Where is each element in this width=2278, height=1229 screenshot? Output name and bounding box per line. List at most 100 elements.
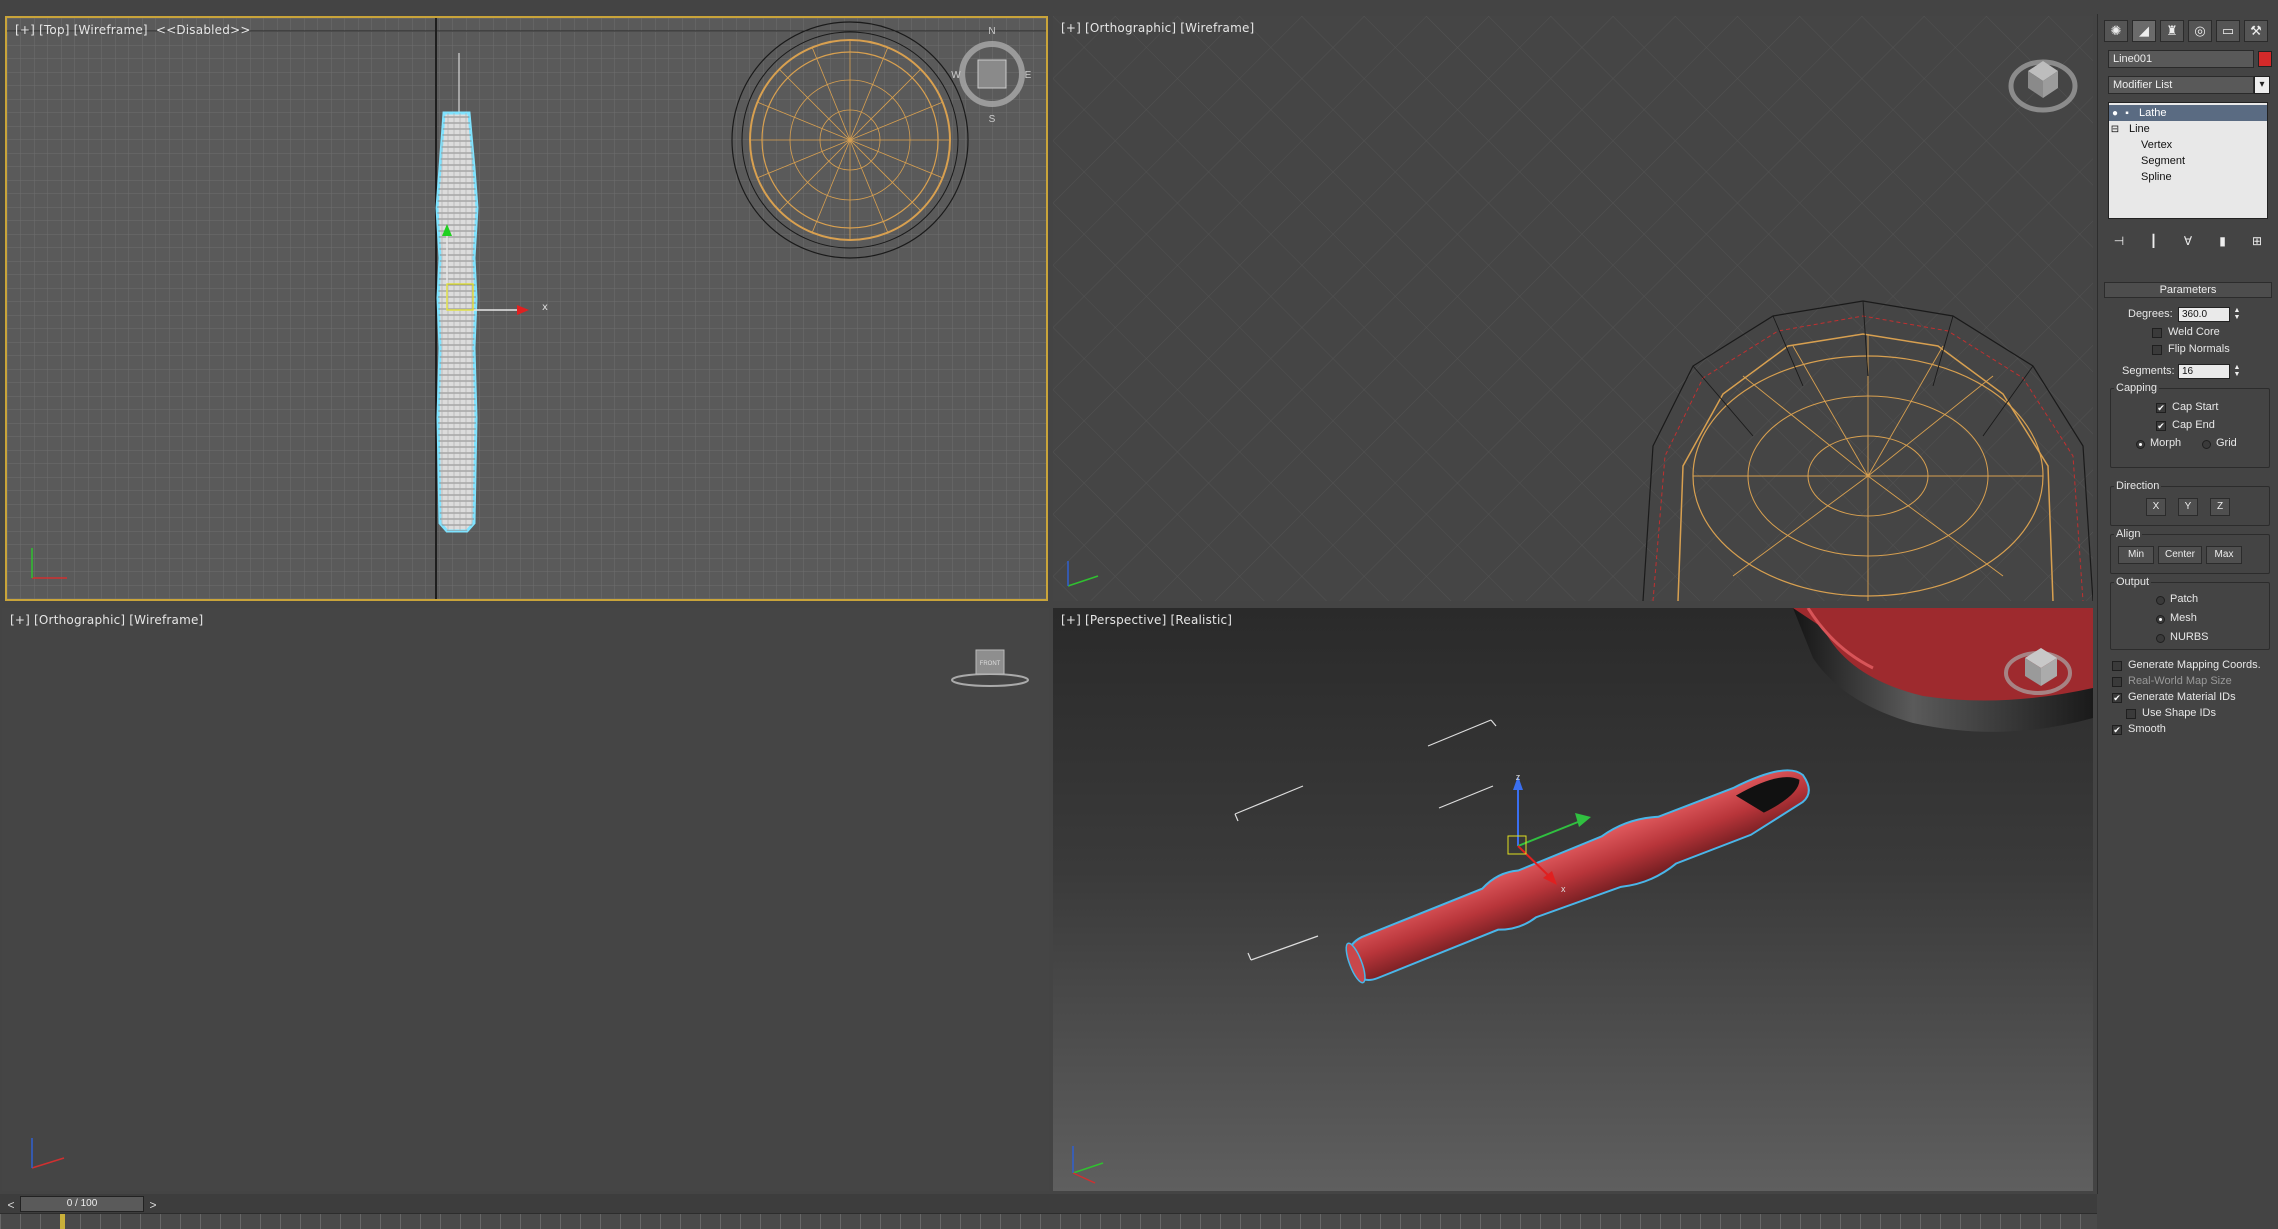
stack-item-segment[interactable]: Segment xyxy=(2109,153,2267,169)
stack-item-line[interactable]: ⊟ Line xyxy=(2109,121,2267,137)
show-end-result-icon[interactable]: ┃ xyxy=(2145,232,2163,250)
next-frame-button[interactable]: > xyxy=(146,1198,160,1212)
modifier-list-dropdown[interactable]: Modifier List xyxy=(2108,76,2254,94)
axis-tripod-persp xyxy=(1072,1146,1104,1184)
grid-radio[interactable] xyxy=(2202,440,2211,449)
flip-normals-label: Flip Normals xyxy=(2168,343,2230,355)
time-cursor[interactable] xyxy=(60,1214,65,1229)
svg-text:x: x xyxy=(542,302,548,313)
output-label: Output xyxy=(2114,576,2152,588)
parameters-title: Parameters xyxy=(2159,284,2217,296)
create-icon[interactable]: ✺ xyxy=(2104,20,2128,42)
degrees-label: Degrees: xyxy=(2128,308,2173,320)
stack-tools: ⊣ ┃ ∀ ▮ ⊞ xyxy=(2104,232,2272,254)
stack-item-line-label: Line xyxy=(2129,123,2150,135)
axis-tripod-ortho2 xyxy=(31,1138,65,1169)
modify-icon[interactable]: ◢ xyxy=(2132,20,2156,42)
use-shape-checkbox[interactable] xyxy=(2126,709,2136,719)
pin-stack-icon[interactable]: ⊣ xyxy=(2110,232,2128,250)
use-shape-label: Use Shape IDs xyxy=(2142,707,2216,719)
nurbs-label: NURBS xyxy=(2170,631,2209,643)
gen-material-checkbox[interactable]: ✔ xyxy=(2112,693,2122,703)
viewport-ortho2-label[interactable]: [+] [Orthographic] [Wireframe] xyxy=(10,613,203,627)
cap-start-checkbox[interactable]: ✔ xyxy=(2156,403,2166,413)
viewport-ortho1-label[interactable]: [+] [Orthographic] [Wireframe] xyxy=(1061,21,1254,35)
degrees-spinner[interactable]: 360.0 xyxy=(2178,307,2230,322)
track-bar[interactable] xyxy=(0,1213,2097,1229)
viewport-top-label[interactable]: [+] [Top] [Wireframe] <<Disabled>> xyxy=(15,23,251,37)
direction-z-button[interactable]: Z xyxy=(2210,498,2230,516)
stack-item-vertex-label: Vertex xyxy=(2141,139,2173,151)
nurbs-radio[interactable] xyxy=(2156,634,2165,643)
object-color-swatch[interactable] xyxy=(2258,51,2272,67)
gen-mapping-checkbox[interactable] xyxy=(2112,661,2122,671)
morph-label: Morph xyxy=(2150,437,2182,449)
top-grid: x N S E W xyxy=(7,18,1046,599)
degrees-spinner-arrows[interactable]: ▲ ▼ xyxy=(2232,307,2242,322)
modifier-stack[interactable]: ● ▪ Lathe ⊟ Line Vertex Segment Spline xyxy=(2108,102,2268,219)
utilities-icon[interactable]: ⚒ xyxy=(2244,20,2268,42)
viewport-persp-label[interactable]: [+] [Perspective] [Realistic] xyxy=(1061,613,1232,627)
viewport-perspective[interactable]: z x [+] [Perspective] [Realistic] xyxy=(1053,608,2093,1191)
align-min-button[interactable]: Min xyxy=(2118,546,2154,564)
chevron-down-icon[interactable]: ▾ xyxy=(2254,76,2270,94)
viewcube-front[interactable]: FRONT xyxy=(951,649,1029,687)
viewcube-front-label: FRONT xyxy=(980,661,1001,667)
viewport-ortho-top-right[interactable]: [+] [Orthographic] [Wireframe] xyxy=(1053,16,2093,601)
ortho-grid xyxy=(1053,16,2093,601)
collapse-icon[interactable]: ⊟ xyxy=(2109,124,2121,135)
viewport-top[interactable]: x N S E W [+] [Top] [Wireframe] <<Disabl… xyxy=(5,16,1048,601)
direction-label: Direction xyxy=(2114,480,2162,492)
lathe-object-top[interactable] xyxy=(435,111,479,533)
cap-end-checkbox[interactable]: ✔ xyxy=(2156,421,2166,431)
direction-x-button[interactable]: X xyxy=(2146,498,2166,516)
real-world-checkbox[interactable] xyxy=(2112,677,2122,687)
display-icon[interactable]: ▭ xyxy=(2216,20,2240,42)
viewport-ortho-bottom-left[interactable]: FRONT [+] [Orthographic] [Wireframe] xyxy=(2,608,1049,1191)
stack-item-spline[interactable]: Spline xyxy=(2109,169,2267,185)
mesh-radio[interactable] xyxy=(2156,615,2165,624)
compass-e-label: E xyxy=(1025,70,1032,81)
command-panel: ✺ ◢ ♜ ◎ ▭ ⚒ Line001 Modifier List ▾ ● ▪ La… xyxy=(2097,14,2278,1194)
align-max-button[interactable]: Max xyxy=(2206,546,2242,564)
segments-spinner-arrows[interactable]: ▲ ▼ xyxy=(2232,364,2242,379)
stack-item-segment-label: Segment xyxy=(2141,155,2186,167)
smooth-checkbox[interactable]: ✔ xyxy=(2112,725,2122,735)
time-slider[interactable]: 0 / 100 xyxy=(20,1196,144,1212)
align-center-button[interactable]: Center xyxy=(2158,546,2202,564)
segments-spinner[interactable]: 16 xyxy=(2178,364,2230,379)
weld-core-checkbox[interactable] xyxy=(2152,328,2162,338)
ortho-empty: FRONT xyxy=(31,649,1029,1169)
parameters-rollout-header[interactable]: Parameters xyxy=(2104,282,2272,298)
segments-label: Segments: xyxy=(2122,365,2175,377)
time-slider-bar: < 0 / 100 > xyxy=(0,1194,2097,1229)
track-ticks xyxy=(0,1214,2097,1229)
compass-s-label: S xyxy=(989,114,996,125)
mesh-label: Mesh xyxy=(2170,612,2197,624)
align-label: Align xyxy=(2114,528,2143,540)
flip-normals-checkbox[interactable] xyxy=(2152,345,2162,355)
cap-start-label: Cap Start xyxy=(2172,401,2219,413)
motion-icon[interactable]: ◎ xyxy=(2188,20,2212,42)
lathe-pen-perspective[interactable] xyxy=(1338,757,1819,990)
expand-icon[interactable]: ▪ xyxy=(2121,108,2133,119)
patch-radio[interactable] xyxy=(2156,596,2165,605)
weld-core-label: Weld Core xyxy=(2168,326,2220,338)
prev-frame-button[interactable]: < xyxy=(4,1198,18,1212)
direction-y-button[interactable]: Y xyxy=(2178,498,2198,516)
gen-mapping-label: Generate Mapping Coords. xyxy=(2128,659,2261,671)
compass-n-label: N xyxy=(988,26,995,37)
configure-sets-icon[interactable]: ⊞ xyxy=(2248,232,2266,250)
morph-radio[interactable] xyxy=(2136,440,2145,449)
hierarchy-icon[interactable]: ♜ xyxy=(2160,20,2184,42)
patch-label: Patch xyxy=(2170,593,2199,605)
lightbulb-icon[interactable]: ● xyxy=(2109,108,2121,119)
perspective-scene: z x xyxy=(1072,608,2093,1184)
command-panel-tabs: ✺ ◢ ♜ ◎ ▭ ⚒ xyxy=(2098,14,2278,42)
stack-item-lathe[interactable]: ● ▪ Lathe xyxy=(2109,105,2267,121)
remove-modifier-icon[interactable]: ▮ xyxy=(2214,232,2232,250)
make-unique-icon[interactable]: ∀ xyxy=(2179,232,2197,250)
object-name-field[interactable]: Line001 xyxy=(2108,50,2254,68)
stack-item-vertex[interactable]: Vertex xyxy=(2109,137,2267,153)
real-world-label: Real-World Map Size xyxy=(2128,675,2232,687)
